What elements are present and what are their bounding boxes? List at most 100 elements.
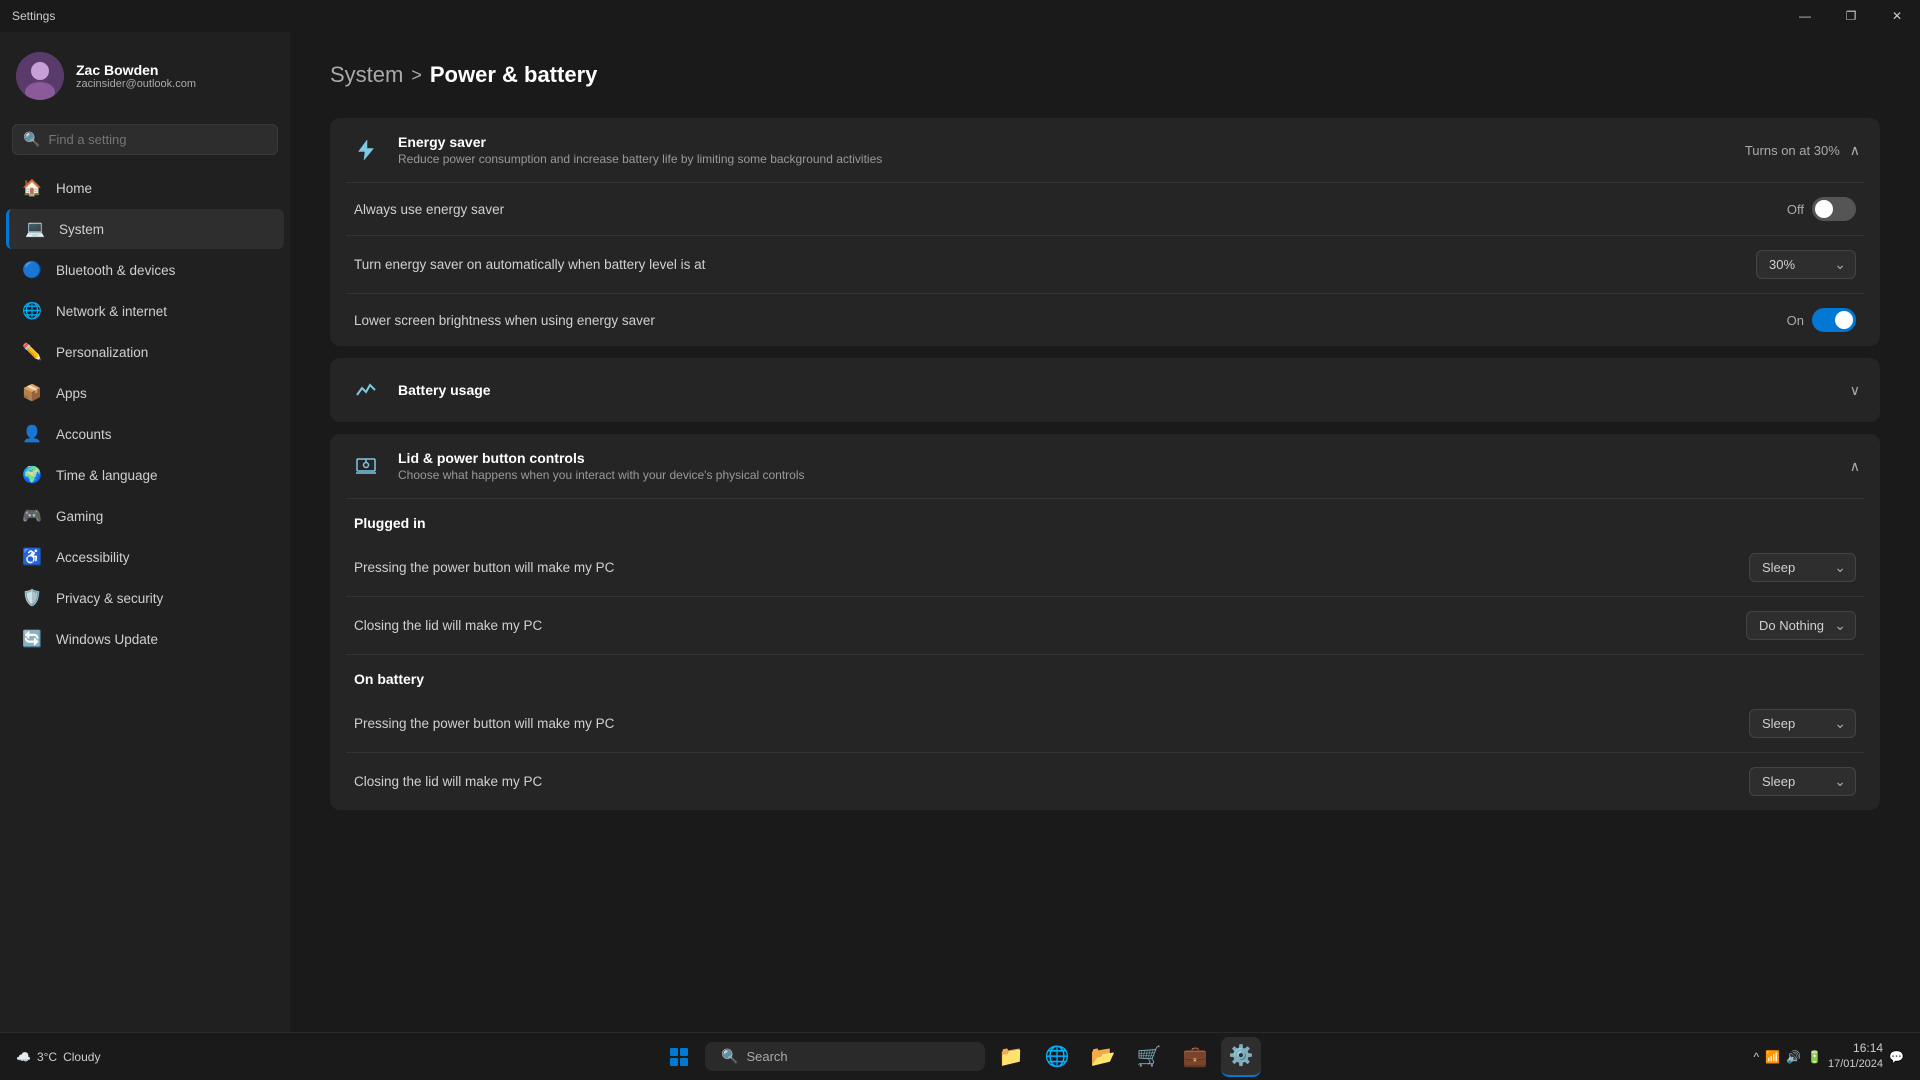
privacy-icon: 🛡️ — [22, 588, 42, 608]
energy-saver-icon — [350, 134, 382, 166]
clock-date: 17/01/2024 — [1828, 1057, 1883, 1072]
taskbar-settings-icon[interactable]: ⚙️ — [1221, 1037, 1261, 1077]
app-container: Zac Bowden zacinsider@outlook.com 🔍 🏠 Ho… — [0, 32, 1920, 1032]
user-name: Zac Bowden — [76, 62, 196, 78]
taskbar-teams-icon[interactable]: 💼 — [1175, 1037, 1215, 1077]
sidebar-item-home[interactable]: 🏠 Home — [6, 168, 284, 208]
sidebar-item-accounts[interactable]: 👤 Accounts — [6, 414, 284, 454]
plugged-power-dropdown-wrapper: Sleep Do nothing Hibernate Shut down — [1749, 553, 1856, 582]
battery-usage-card: Battery usage ∨ — [330, 358, 1880, 422]
volume-icon[interactable]: 🔊 — [1786, 1050, 1801, 1064]
taskbar-explorer-icon[interactable]: 📂 — [1083, 1037, 1123, 1077]
always-use-toggle[interactable] — [1812, 197, 1856, 221]
battery-lid-dropdown-wrapper: Sleep Do nothing Hibernate Shut down — [1749, 767, 1856, 796]
energy-saver-chevron: ∧ — [1850, 142, 1860, 159]
always-use-state: Off — [1787, 202, 1804, 217]
energy-saver-title: Energy saver — [398, 134, 1729, 150]
auto-turn-on-dropdown[interactable]: 30% 10% 20% 40% 50% — [1756, 250, 1856, 279]
breadcrumb-parent[interactable]: System — [330, 62, 403, 88]
energy-saver-card: Energy saver Reduce power consumption an… — [330, 118, 1880, 346]
notification-icon[interactable]: 💬 — [1889, 1050, 1904, 1064]
battery-lid-dropdown[interactable]: Sleep Do nothing Hibernate Shut down — [1749, 767, 1856, 796]
taskbar-search[interactable]: 🔍 Search — [705, 1042, 985, 1071]
search-icon: 🔍 — [23, 131, 40, 148]
lid-power-header[interactable]: Lid & power button controls Choose what … — [330, 434, 1880, 498]
always-use-toggle-wrapper: Off — [1787, 197, 1856, 221]
close-button[interactable]: ✕ — [1874, 0, 1920, 32]
energy-saver-header[interactable]: Energy saver Reduce power consumption an… — [330, 118, 1880, 182]
taskbar-right: ^ 📶 🔊 🔋 16:14 17/01/2024 💬 — [1753, 1040, 1904, 1072]
bluetooth-icon: 🔵 — [22, 260, 42, 280]
maximize-button[interactable]: ❐ — [1828, 0, 1874, 32]
sidebar: Zac Bowden zacinsider@outlook.com 🔍 🏠 Ho… — [0, 32, 290, 1032]
wifi-icon[interactable]: 📶 — [1765, 1050, 1780, 1064]
battery-lid-row: Closing the lid will make my PC Sleep Do… — [330, 753, 1880, 810]
energy-saver-subtitle: Reduce power consumption and increase ba… — [398, 152, 1729, 166]
sidebar-label-personalization: Personalization — [56, 345, 148, 360]
tray-up-icon[interactable]: ^ — [1753, 1050, 1759, 1064]
battery-usage-header[interactable]: Battery usage ∨ — [330, 358, 1880, 422]
main-content: System > Power & battery Energy saver Re… — [290, 32, 1920, 1032]
sidebar-item-system[interactable]: 💻 System — [6, 209, 284, 249]
network-icon: 🌐 — [22, 301, 42, 321]
battery-power-row: Pressing the power button will make my P… — [330, 695, 1880, 752]
sidebar-label-accessibility: Accessibility — [56, 550, 130, 565]
taskbar: ☁️ 3°C Cloudy 🔍 Search 📁 🌐 📂 🛒 💼 ⚙️ ^ 📶 … — [0, 1032, 1920, 1080]
sidebar-item-personalization[interactable]: ✏️ Personalization — [6, 332, 284, 372]
always-use-thumb — [1815, 200, 1833, 218]
lid-power-meta: ∧ — [1850, 458, 1860, 475]
lower-brightness-toggle[interactable] — [1812, 308, 1856, 332]
taskbar-browser-icon[interactable]: 🌐 — [1037, 1037, 1077, 1077]
battery-usage-chevron: ∨ — [1850, 382, 1860, 399]
plugged-lid-dropdown[interactable]: Do Nothing Sleep Hibernate Shut down — [1746, 611, 1856, 640]
minimize-button[interactable]: — — [1782, 0, 1828, 32]
always-use-row: Always use energy saver Off — [330, 183, 1880, 235]
auto-turn-on-row: Turn energy saver on automatically when … — [330, 236, 1880, 293]
user-email: zacinsider@outlook.com — [76, 78, 196, 90]
battery-power-dropdown[interactable]: Sleep Do nothing Hibernate Shut down — [1749, 709, 1856, 738]
apps-icon: 📦 — [22, 383, 42, 403]
sidebar-item-time[interactable]: 🌍 Time & language — [6, 455, 284, 495]
taskbar-left: ☁️ 3°C Cloudy — [16, 1050, 108, 1064]
battery-lid-label: Closing the lid will make my PC — [354, 774, 542, 789]
update-icon: 🔄 — [22, 629, 42, 649]
energy-saver-title-group: Energy saver Reduce power consumption an… — [398, 134, 1729, 166]
sidebar-item-update[interactable]: 🔄 Windows Update — [6, 619, 284, 659]
sidebar-item-apps[interactable]: 📦 Apps — [6, 373, 284, 413]
sidebar-item-accessibility[interactable]: ♿ Accessibility — [6, 537, 284, 577]
sidebar-item-network[interactable]: 🌐 Network & internet — [6, 291, 284, 331]
sidebar-label-accounts: Accounts — [56, 427, 112, 442]
plugged-power-dropdown[interactable]: Sleep Do nothing Hibernate Shut down — [1749, 553, 1856, 582]
battery-usage-title-group: Battery usage — [398, 382, 1834, 398]
user-info: Zac Bowden zacinsider@outlook.com — [76, 62, 196, 90]
user-profile[interactable]: Zac Bowden zacinsider@outlook.com — [0, 32, 290, 116]
search-box[interactable]: 🔍 — [12, 124, 278, 155]
sidebar-label-privacy: Privacy & security — [56, 591, 163, 606]
nav-list: 🏠 Home 💻 System 🔵 Bluetooth & devices 🌐 … — [0, 167, 290, 660]
sidebar-item-bluetooth[interactable]: 🔵 Bluetooth & devices — [6, 250, 284, 290]
energy-saver-meta-text: Turns on at 30% — [1745, 143, 1840, 158]
accessibility-icon: ♿ — [22, 547, 42, 567]
battery-usage-meta: ∨ — [1850, 382, 1860, 399]
start-button[interactable] — [659, 1037, 699, 1077]
lower-brightness-state: On — [1787, 313, 1804, 328]
battery-icon[interactable]: 🔋 — [1807, 1050, 1822, 1064]
battery-usage-icon — [350, 374, 382, 406]
taskbar-center: 🔍 Search 📁 🌐 📂 🛒 💼 ⚙️ — [659, 1037, 1261, 1077]
weather-temp: 3°C — [37, 1050, 57, 1064]
titlebar: Settings — ❐ ✕ — [0, 0, 1920, 32]
on-battery-heading: On battery — [330, 655, 1880, 695]
sidebar-label-update: Windows Update — [56, 632, 158, 647]
sidebar-item-privacy[interactable]: 🛡️ Privacy & security — [6, 578, 284, 618]
system-icon: 💻 — [25, 219, 45, 239]
lid-power-subtitle: Choose what happens when you interact wi… — [398, 468, 1834, 482]
clock-time: 16:14 — [1828, 1040, 1883, 1057]
sidebar-label-bluetooth: Bluetooth & devices — [56, 263, 175, 278]
weather-condition: Cloudy — [63, 1050, 100, 1064]
search-input[interactable] — [48, 132, 267, 147]
taskbar-file-icon[interactable]: 📁 — [991, 1037, 1031, 1077]
datetime[interactable]: 16:14 17/01/2024 — [1828, 1040, 1883, 1072]
sidebar-item-gaming[interactable]: 🎮 Gaming — [6, 496, 284, 536]
home-icon: 🏠 — [22, 178, 42, 198]
taskbar-store-icon[interactable]: 🛒 — [1129, 1037, 1169, 1077]
